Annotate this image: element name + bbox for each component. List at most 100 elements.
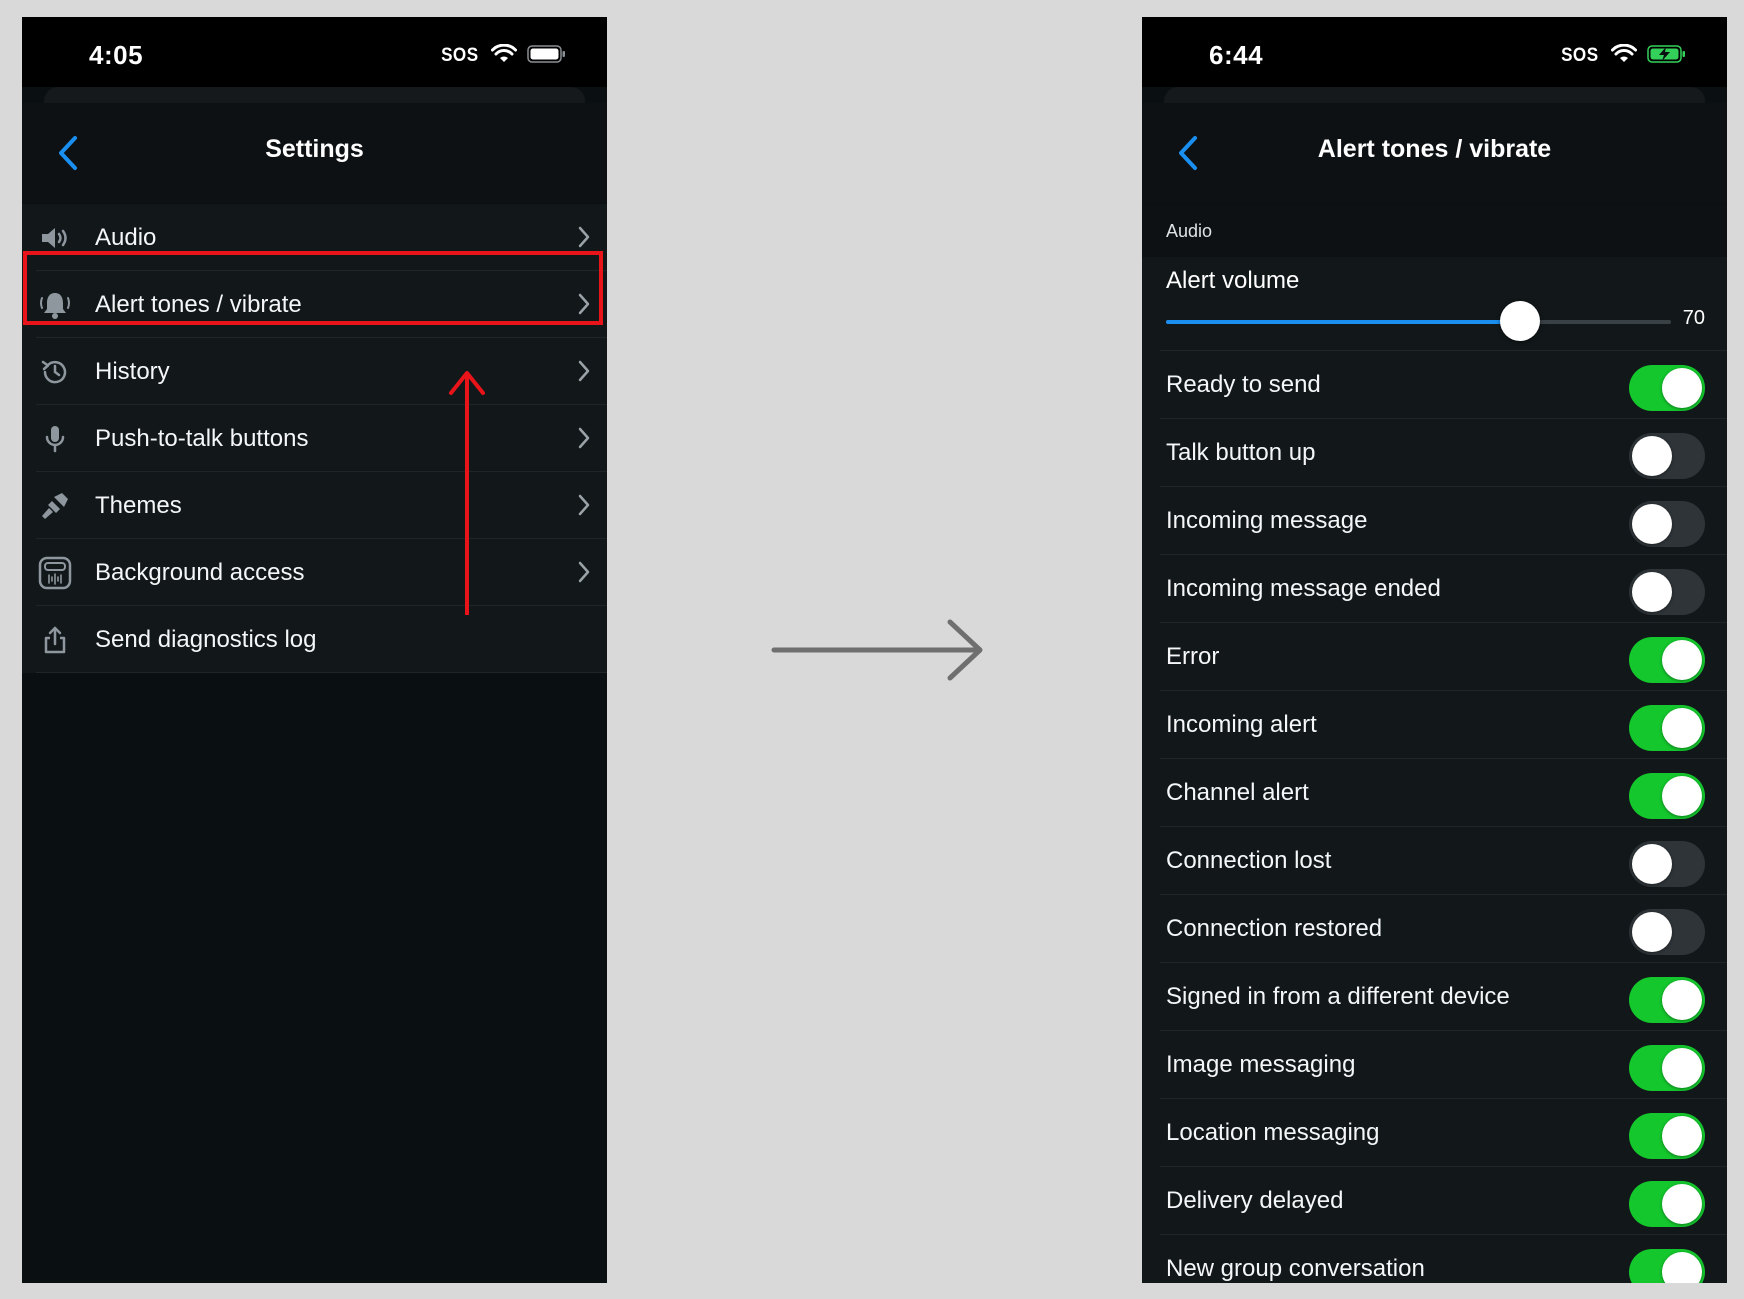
wifi-icon — [1611, 43, 1637, 69]
toggle-label: Signed in from a different device — [1166, 983, 1510, 1010]
toggle-knob — [1662, 708, 1702, 748]
toggle-switch[interactable] — [1629, 1181, 1705, 1227]
toggle-label: Incoming message — [1166, 507, 1368, 534]
divider — [36, 672, 607, 673]
microphone-icon — [36, 420, 74, 458]
chevron-right-icon — [577, 560, 591, 589]
toggle-knob — [1662, 640, 1702, 680]
alert-volume-value: 70 — [1682, 307, 1705, 329]
toggle-row: Delivery delayed — [1142, 1167, 1727, 1235]
status-bar: 6:44 SOS — [1142, 17, 1727, 87]
toggle-label: Ready to send — [1166, 371, 1321, 398]
toggle-row: Error — [1142, 623, 1727, 691]
share-icon — [36, 621, 74, 659]
settings-item-label: Background access — [95, 559, 305, 586]
settings-item-push-to-talk[interactable]: Push-to-talk buttons — [22, 405, 607, 472]
toggle-label: Image messaging — [1166, 1051, 1356, 1078]
highlight-box — [23, 251, 603, 325]
toggle-label: New group conversation — [1166, 1255, 1425, 1282]
toggle-switch[interactable] — [1629, 637, 1705, 683]
page-title: Alert tones / vibrate — [1317, 135, 1552, 163]
history-icon — [36, 353, 74, 391]
toggle-knob — [1662, 368, 1702, 408]
battery-icon — [527, 44, 567, 69]
toggle-knob — [1662, 1184, 1702, 1224]
chevron-right-icon — [577, 493, 591, 522]
toggle-label: Connection lost — [1166, 847, 1332, 874]
toggle-label: Delivery delayed — [1166, 1187, 1344, 1214]
toggle-row: Incoming message — [1142, 487, 1727, 555]
settings-item-send-diagnostics[interactable]: Send diagnostics log — [22, 606, 607, 673]
toggle-knob — [1662, 980, 1702, 1020]
toggle-switch[interactable] — [1629, 501, 1705, 547]
toggle-label: Talk button up — [1166, 439, 1316, 466]
settings-item-background-access[interactable]: Background access — [22, 539, 607, 606]
toggle-label: Channel alert — [1166, 779, 1309, 806]
nav-bar: Settings — [22, 103, 607, 203]
toggle-switch[interactable] — [1629, 1113, 1705, 1159]
toggle-knob — [1632, 504, 1672, 544]
settings-screen: 4:05 SOS Settings Audio Alert tones / vi… — [22, 17, 607, 1283]
toggle-row: Signed in from a different device — [1142, 963, 1727, 1031]
toggle-row: Incoming message ended — [1142, 555, 1727, 623]
chevron-right-icon — [577, 225, 591, 254]
sos-indicator: SOS — [1561, 45, 1599, 66]
toggle-switch[interactable] — [1629, 909, 1705, 955]
settings-item-label: Themes — [95, 492, 182, 519]
settings-item-label: Audio — [95, 224, 157, 251]
chevron-right-icon — [577, 359, 591, 388]
toggle-row: Talk button up — [1142, 419, 1727, 487]
section-header: Audio — [1142, 204, 1727, 257]
toggle-switch[interactable] — [1629, 977, 1705, 1023]
alert-volume-label: Alert volume — [1166, 267, 1300, 294]
toggle-knob — [1632, 436, 1672, 476]
toggle-row: Channel alert — [1142, 759, 1727, 827]
toggle-label: Error — [1166, 643, 1220, 670]
toggle-row: Ready to send — [1142, 351, 1727, 419]
battery-charging-icon — [1647, 44, 1687, 69]
toggle-switch[interactable] — [1629, 773, 1705, 819]
toggle-switch[interactable] — [1629, 841, 1705, 887]
settings-item-label: History — [95, 358, 170, 385]
settings-item-label: Push-to-talk buttons — [95, 425, 309, 452]
toggle-row: Image messaging — [1142, 1031, 1727, 1099]
slider-thumb[interactable] — [1499, 301, 1540, 341]
status-icons: SOS — [1559, 43, 1687, 69]
toggle-switch[interactable] — [1629, 365, 1705, 411]
settings-item-themes[interactable]: Themes — [22, 472, 607, 539]
toggle-switch[interactable] — [1629, 1045, 1705, 1091]
toggle-row: Connection lost — [1142, 827, 1727, 895]
toggle-switch[interactable] — [1629, 705, 1705, 751]
settings-item-history[interactable]: History — [22, 338, 607, 405]
toggle-knob — [1632, 572, 1672, 612]
alert-volume-row: Alert volume 70 — [1142, 257, 1727, 351]
status-time: 4:05 — [89, 40, 144, 70]
toggle-row: New group conversation — [1142, 1235, 1727, 1283]
toggle-label: Incoming message ended — [1166, 575, 1441, 602]
section-header-label: Audio — [1166, 221, 1213, 241]
toggle-switch[interactable] — [1629, 1249, 1705, 1283]
status-icons: SOS — [439, 43, 567, 69]
sos-indicator: SOS — [441, 45, 479, 66]
toggle-label: Connection restored — [1166, 915, 1383, 942]
toggle-knob — [1662, 776, 1702, 816]
alert-volume-slider[interactable] — [1166, 301, 1671, 341]
nav-bar: Alert tones / vibrate — [1142, 103, 1727, 203]
toggle-knob — [1662, 1116, 1702, 1156]
page-title: Settings — [265, 135, 364, 163]
paintbrush-icon — [36, 487, 74, 525]
status-bar: 4:05 SOS — [22, 17, 607, 87]
wifi-icon — [491, 43, 517, 69]
annotation-arrow-up — [449, 371, 485, 615]
alert-tones-screen: 6:44 SOS Alert tones / vibrate Audio Ale… — [1142, 17, 1727, 1283]
toggle-row: Connection restored — [1142, 895, 1727, 963]
toggle-row: Incoming alert — [1142, 691, 1727, 759]
toggle-switch[interactable] — [1629, 569, 1705, 615]
toggle-label: Location messaging — [1166, 1119, 1380, 1146]
settings-item-label: Send diagnostics log — [95, 626, 317, 653]
toggle-switch[interactable] — [1629, 433, 1705, 479]
toggle-knob — [1632, 844, 1672, 884]
toggle-label: Incoming alert — [1166, 711, 1317, 738]
alert-toggle-list: Ready to send Talk button up Incoming mess… — [1142, 351, 1727, 1283]
toggle-knob — [1662, 1252, 1702, 1283]
